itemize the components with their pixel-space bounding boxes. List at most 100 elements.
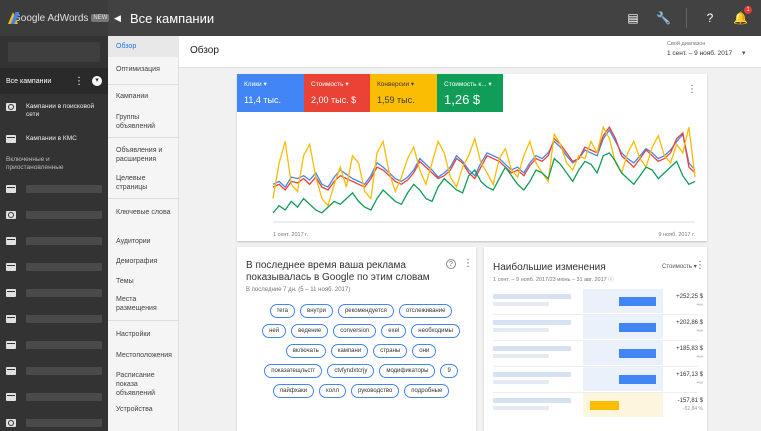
menu-item[interactable]: Расписание показа объявлений <box>108 371 179 398</box>
campaign-item[interactable] <box>0 254 108 280</box>
menu-item[interactable]: Устройства <box>108 405 179 414</box>
tools-icon[interactable]: 🔧 <box>656 11 671 25</box>
change-value: +185,83 $ <box>676 346 703 352</box>
campaign-item[interactable] <box>0 384 108 410</box>
metric-selector[interactable]: Конверсии 1,59 тыс. <box>370 74 437 112</box>
menu-item[interactable]: Оптимизация <box>108 65 179 74</box>
campaign-name-redacted <box>493 320 571 325</box>
keyword-chip[interactable]: внутри <box>300 304 333 318</box>
x-axis-start-label: 1 сент. 2017 г. <box>273 232 308 238</box>
keyword-chip[interactable]: модификаторы <box>379 364 436 378</box>
sort-metric-dropdown[interactable]: Стоимость ▾ <box>662 263 697 270</box>
nav-display-campaigns[interactable]: Кампании в КМС <box>0 130 108 148</box>
nav-section-label: Включенные и приостановленные <box>6 156 64 171</box>
account-selector[interactable] <box>8 42 100 62</box>
campaign-item[interactable] <box>0 332 108 358</box>
keyword-chip[interactable]: они <box>412 344 437 358</box>
keyword-chip[interactable]: ведение <box>291 324 329 338</box>
more-options-icon[interactable]: ⋮ <box>463 258 473 269</box>
keyword-chip[interactable]: показатещльстг <box>264 364 323 378</box>
menu-item[interactable]: Места размещения <box>108 295 179 313</box>
campaign-name-redacted <box>493 346 571 351</box>
keywords-card-title: В последнее время ваша реклама показывал… <box>246 260 430 283</box>
keyword-chip[interactable]: кампани <box>330 344 369 358</box>
change-row[interactable]: +252,25 $ +∞ <box>493 289 703 313</box>
change-bar-area <box>583 289 663 313</box>
menu-item[interactable]: Демография <box>108 257 179 266</box>
campaign-name-redacted <box>493 398 571 403</box>
date-range-caption: Свой диапазон <box>667 41 706 47</box>
change-row[interactable]: +202,86 $ +∞ <box>493 315 703 339</box>
menu-item[interactable]: Ключевые слова <box>108 208 179 217</box>
change-row[interactable]: +185,83 $ +∞ <box>493 341 703 365</box>
campaign-item[interactable] <box>0 280 108 306</box>
keyword-chip[interactable]: тега <box>269 304 295 318</box>
top-changes-card: Наибольшие изменения 1 сент. – 9 нояб. 2… <box>484 247 707 431</box>
all-campaigns-label: Все кампании <box>6 77 52 85</box>
change-row[interactable]: +167,13 $ +∞ <box>493 367 703 391</box>
reports-icon[interactable]: ▤ <box>626 11 640 25</box>
campaign-item[interactable] <box>0 176 108 202</box>
keyword-chip[interactable]: необходимы <box>411 324 460 338</box>
campaign-item[interactable] <box>0 410 108 431</box>
change-row[interactable]: -157,81 $ -52,84 % <box>493 393 703 417</box>
date-range-selector[interactable]: 1 сент. – 9 нояб. 2017 <box>667 50 732 57</box>
menu-item[interactable]: Темы <box>108 277 179 286</box>
menu-item[interactable]: Целевые страницы <box>108 174 179 192</box>
keyword-chip[interactable]: ней <box>262 324 287 338</box>
metric-selector[interactable]: Стоимость к... 1,26 $ <box>437 74 503 112</box>
change-bar-area <box>583 341 663 365</box>
metric-selector[interactable]: Стоимость 2,00 тыс. $ <box>304 74 370 112</box>
keyword-chip[interactable]: включать <box>285 344 326 358</box>
notifications-icon[interactable]: 🔔 1 <box>733 6 752 25</box>
menu-item[interactable]: Группы объявлений <box>108 113 179 131</box>
campaign-item[interactable] <box>0 306 108 332</box>
search-icon <box>6 103 16 111</box>
chevron-down-icon[interactable]: ▾ <box>92 76 102 86</box>
keyword-chip[interactable]: страны <box>373 344 408 358</box>
menu-item[interactable]: Настройки <box>108 330 179 339</box>
keyword-chip[interactable]: отслеживание <box>398 304 453 318</box>
more-options-icon[interactable]: ⋮ <box>687 84 697 95</box>
metric-label: Стоимость <box>311 80 363 88</box>
help-icon[interactable]: ⓘ <box>608 277 614 283</box>
keywords-card-subtitle: В последние 7 дн. (5 – 11 нояб. 2017) <box>246 287 351 293</box>
change-value: +167,13 $ <box>676 372 703 378</box>
performance-chart: 1 сент. 2017 г. 9 нояб. 2017 г. <box>272 125 696 238</box>
menu-item[interactable]: Местоположения <box>108 351 179 360</box>
collapse-nav-icon[interactable]: ◀ <box>114 13 122 24</box>
menu-item[interactable]: Обзор <box>108 36 179 57</box>
menu-item[interactable]: Аудитории <box>108 237 179 246</box>
keyword-chip[interactable]: лайфхаки <box>272 384 315 398</box>
chevron-down-icon[interactable]: ▾ <box>742 49 746 57</box>
keyword-chip[interactable]: ctvfyndxtcrjy <box>327 364 375 378</box>
keyword-chip[interactable]: рекомендуется <box>337 304 394 318</box>
campaign-detail-redacted <box>493 406 549 410</box>
nav-search-campaigns[interactable]: Кампании в поисковой сети <box>0 98 108 124</box>
change-percent: +∞ <box>696 328 703 334</box>
help-icon[interactable]: ? <box>446 259 456 269</box>
campaign-name-redacted <box>26 367 102 375</box>
help-icon[interactable]: ? <box>703 11 717 25</box>
campaign-item[interactable] <box>0 358 108 384</box>
campaign-item[interactable] <box>0 228 108 254</box>
sort-metric-label: Стоимость <box>662 264 693 270</box>
keyword-chip[interactable]: conversion <box>333 324 377 338</box>
menu-item[interactable]: Объявления и расширения <box>108 146 179 164</box>
more-options-icon[interactable]: ⋮ <box>74 76 84 87</box>
campaign-name-redacted <box>493 372 571 377</box>
metric-label: Клики <box>244 80 297 88</box>
campaign-nav: Все кампании ⋮ ▾ Кампании в поисковой се… <box>0 36 108 431</box>
keyword-chip[interactable]: 9 <box>440 364 458 378</box>
more-options-icon[interactable]: ⋮ <box>695 260 705 271</box>
keyword-chip[interactable]: подробные <box>404 384 450 398</box>
campaign-item[interactable] <box>0 202 108 228</box>
keyword-chip[interactable]: руководство <box>350 384 400 398</box>
menu-item[interactable]: Кампании <box>108 92 179 101</box>
all-campaigns-item[interactable]: Все кампании ⋮ ▾ <box>0 68 108 94</box>
keyword-chip[interactable]: колл <box>319 384 346 398</box>
keyword-chip[interactable]: exel <box>381 324 407 338</box>
brand[interactable]: Google AdWords NEW <box>0 0 110 36</box>
search-icon <box>6 419 16 427</box>
metric-selector[interactable]: Клики 11,4 тыс. <box>237 74 304 112</box>
